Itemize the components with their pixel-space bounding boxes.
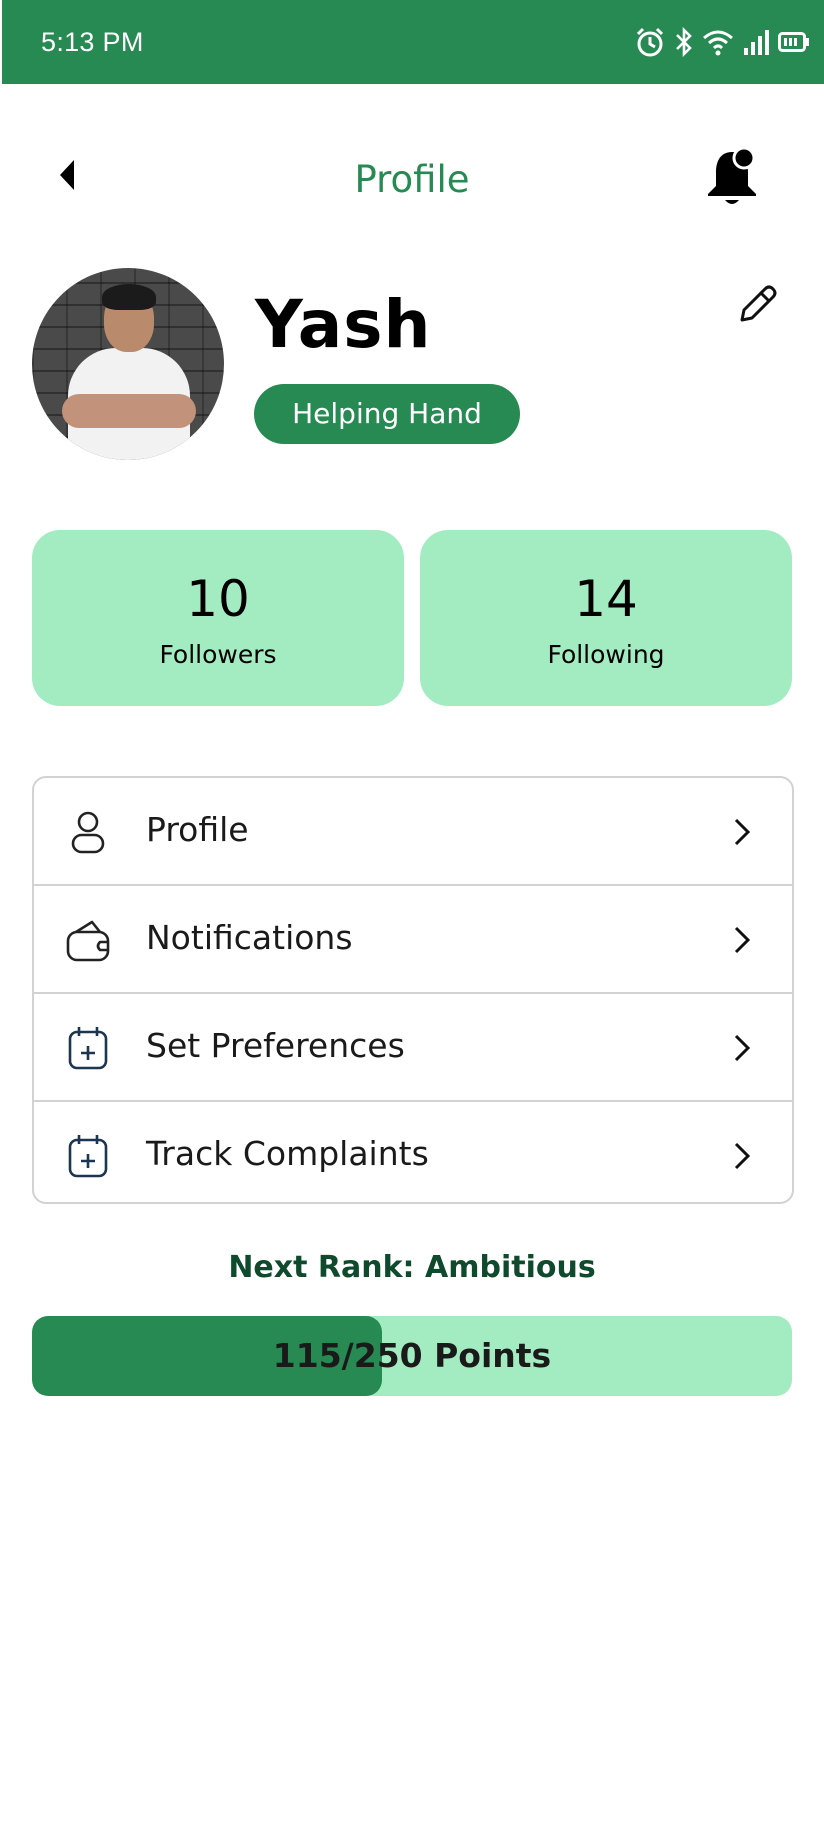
points-text: 115/250 Points bbox=[272, 1336, 552, 1375]
menu-item-label: Notifications bbox=[146, 918, 353, 957]
following-card[interactable]: 14 Following bbox=[420, 530, 792, 706]
chevron-right-icon bbox=[734, 926, 751, 954]
avatar-arms bbox=[62, 394, 196, 428]
avatar-hair bbox=[102, 284, 156, 310]
calendar-plus-icon bbox=[68, 1135, 108, 1178]
followers-card[interactable]: 10 Followers bbox=[32, 530, 404, 706]
chevron-right-icon bbox=[734, 818, 751, 846]
chevron-right-icon bbox=[734, 1142, 751, 1170]
user-name: Yash bbox=[255, 286, 432, 363]
settings-menu: Profile Notifications Set Preferences Tr… bbox=[32, 776, 794, 1204]
bluetooth-icon bbox=[676, 26, 692, 58]
following-count: 14 bbox=[574, 570, 638, 628]
notification-button[interactable] bbox=[704, 146, 760, 208]
calendar-plus-icon bbox=[68, 1027, 108, 1070]
followers-label: Followers bbox=[159, 640, 277, 669]
signal-icon bbox=[744, 30, 769, 55]
following-label: Following bbox=[547, 640, 665, 669]
battery-icon bbox=[778, 32, 809, 52]
points-progress-bar: 115/250 Points bbox=[32, 1316, 792, 1396]
menu-item-track-complaints[interactable]: Track Complaints bbox=[34, 1102, 792, 1202]
wallet-icon bbox=[66, 920, 110, 962]
chevron-right-icon bbox=[734, 1034, 751, 1062]
next-rank-label: Next Rank: Ambitious bbox=[228, 1250, 596, 1285]
avatar bbox=[32, 268, 224, 460]
page-title: Profile bbox=[354, 158, 470, 201]
user-icon bbox=[71, 811, 105, 854]
menu-item-profile[interactable]: Profile bbox=[34, 778, 792, 886]
notification-bell-icon bbox=[708, 146, 756, 204]
status-icons bbox=[634, 22, 810, 62]
pencil-icon bbox=[740, 285, 777, 322]
menu-item-label: Profile bbox=[146, 810, 249, 849]
rank-badge: Helping Hand bbox=[254, 384, 520, 444]
wifi-icon bbox=[703, 30, 733, 56]
app-header: Profile bbox=[0, 130, 824, 230]
status-bar: 5:13 PM bbox=[2, 0, 824, 84]
alarm-icon bbox=[636, 27, 664, 57]
edit-profile-button[interactable] bbox=[734, 282, 780, 328]
menu-item-set-preferences[interactable]: Set Preferences bbox=[34, 994, 792, 1102]
menu-item-notifications[interactable]: Notifications bbox=[34, 886, 792, 994]
menu-item-label: Set Preferences bbox=[146, 1026, 405, 1065]
status-time: 5:13 PM bbox=[41, 27, 144, 57]
followers-count: 10 bbox=[186, 570, 250, 628]
menu-item-label: Track Complaints bbox=[146, 1134, 429, 1173]
